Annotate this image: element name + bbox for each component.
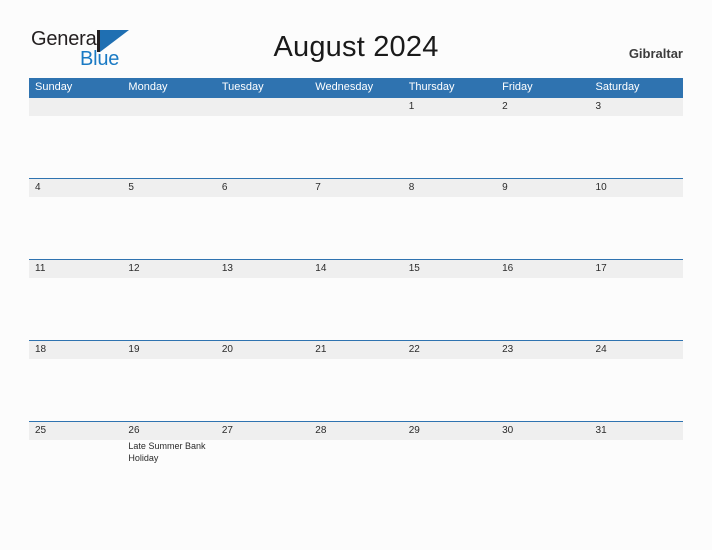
day-event[interactable] (309, 197, 402, 259)
calendar-grid: Sunday Monday Tuesday Wednesday Thursday… (29, 78, 683, 502)
week-event-band: Late Summer Bank Holiday (29, 440, 683, 502)
day-event[interactable] (403, 359, 496, 421)
weekday-sunday: Sunday (35, 81, 73, 93)
calendar-week-row: 11 12 13 14 15 16 17 (29, 259, 683, 340)
day-number[interactable]: 18 (29, 341, 122, 359)
page-title: August 2024 (273, 31, 439, 63)
week-event-band (29, 359, 683, 421)
week-date-band: 25 26 27 28 29 30 31 (29, 421, 683, 440)
day-event[interactable] (309, 278, 402, 340)
day-number[interactable]: 20 (216, 341, 309, 359)
day-event[interactable] (29, 278, 122, 340)
day-event[interactable] (216, 359, 309, 421)
day-event[interactable] (216, 116, 309, 178)
day-event[interactable] (590, 359, 683, 421)
day-number[interactable]: 27 (216, 422, 309, 440)
calendar-week-row: 4 5 6 7 8 9 10 (29, 178, 683, 259)
day-number[interactable]: 2 (496, 98, 589, 116)
day-number[interactable]: 9 (496, 179, 589, 197)
page-header: General Blue August 2024 Gibraltar (0, 0, 712, 78)
day-event[interactable] (496, 359, 589, 421)
week-event-band (29, 278, 683, 340)
day-event[interactable] (496, 116, 589, 178)
day-number[interactable]: 12 (122, 260, 215, 278)
day-number[interactable]: 6 (216, 179, 309, 197)
day-event[interactable] (403, 278, 496, 340)
day-number[interactable]: 25 (29, 422, 122, 440)
day-number[interactable]: 14 (309, 260, 402, 278)
day-event[interactable] (309, 440, 402, 502)
day-number[interactable] (122, 98, 215, 116)
weekday-tuesday: Tuesday (221, 81, 264, 93)
day-event[interactable] (29, 116, 122, 178)
weekday-wednesday: Wednesday (315, 81, 374, 93)
weekday-header-row: Sunday Monday Tuesday Wednesday Thursday… (29, 78, 683, 97)
day-number[interactable]: 16 (496, 260, 589, 278)
weekday-thursday: Thursday (408, 81, 455, 93)
calendar-week-row: 18 19 20 21 22 23 24 (29, 340, 683, 421)
day-number[interactable]: 23 (496, 341, 589, 359)
day-event[interactable] (590, 197, 683, 259)
day-number[interactable]: 26 (122, 422, 215, 440)
week-event-band (29, 116, 683, 178)
day-number[interactable]: 7 (309, 179, 402, 197)
day-number[interactable]: 8 (403, 179, 496, 197)
calendar-page: General Blue August 2024 Gibraltar Sunda… (0, 0, 712, 550)
region-label: Gibraltar (628, 46, 683, 61)
day-event-holiday[interactable]: Late Summer Bank Holiday (122, 440, 215, 502)
day-event[interactable] (122, 197, 215, 259)
day-event[interactable] (403, 116, 496, 178)
day-event[interactable] (309, 116, 402, 178)
day-number[interactable]: 3 (590, 98, 683, 116)
day-event[interactable] (496, 278, 589, 340)
day-number[interactable]: 29 (403, 422, 496, 440)
week-date-band: 18 19 20 21 22 23 24 (29, 340, 683, 359)
day-event[interactable] (403, 440, 496, 502)
calendar-week-row: 1 2 3 (29, 97, 683, 178)
day-event[interactable] (496, 197, 589, 259)
weekday-saturday: Saturday (595, 81, 640, 93)
day-number[interactable]: 1 (403, 98, 496, 116)
day-number[interactable]: 10 (590, 179, 683, 197)
day-number[interactable]: 22 (403, 341, 496, 359)
day-number[interactable]: 17 (590, 260, 683, 278)
weekday-friday: Friday (502, 81, 533, 93)
day-event[interactable] (216, 278, 309, 340)
day-number[interactable] (29, 98, 122, 116)
week-date-band: 11 12 13 14 15 16 17 (29, 259, 683, 278)
day-number[interactable]: 15 (403, 260, 496, 278)
day-number[interactable]: 5 (122, 179, 215, 197)
day-event[interactable] (122, 116, 215, 178)
day-number[interactable]: 24 (590, 341, 683, 359)
day-number[interactable] (309, 98, 402, 116)
day-event[interactable] (216, 440, 309, 502)
day-event[interactable] (496, 440, 589, 502)
day-event[interactable] (29, 359, 122, 421)
day-number[interactable]: 4 (29, 179, 122, 197)
day-event[interactable] (216, 197, 309, 259)
day-number[interactable] (216, 98, 309, 116)
week-date-band: 4 5 6 7 8 9 10 (29, 178, 683, 197)
day-event[interactable] (122, 359, 215, 421)
day-event[interactable] (309, 359, 402, 421)
day-event[interactable] (403, 197, 496, 259)
day-number[interactable]: 21 (309, 341, 402, 359)
day-number[interactable]: 19 (122, 341, 215, 359)
day-event[interactable] (29, 197, 122, 259)
calendar-week-row: 25 26 27 28 29 30 31 Late Summer Bank Ho… (29, 421, 683, 502)
day-event[interactable] (122, 278, 215, 340)
day-number[interactable]: 28 (309, 422, 402, 440)
day-number[interactable]: 13 (216, 260, 309, 278)
day-number[interactable]: 31 (590, 422, 683, 440)
day-event[interactable] (590, 278, 683, 340)
day-event[interactable] (29, 440, 122, 502)
week-date-band: 1 2 3 (29, 97, 683, 116)
day-number[interactable]: 30 (496, 422, 589, 440)
day-number[interactable]: 11 (29, 260, 122, 278)
week-event-band (29, 197, 683, 259)
weekday-monday: Monday (128, 81, 168, 93)
day-event[interactable] (590, 116, 683, 178)
day-event[interactable] (590, 440, 683, 502)
